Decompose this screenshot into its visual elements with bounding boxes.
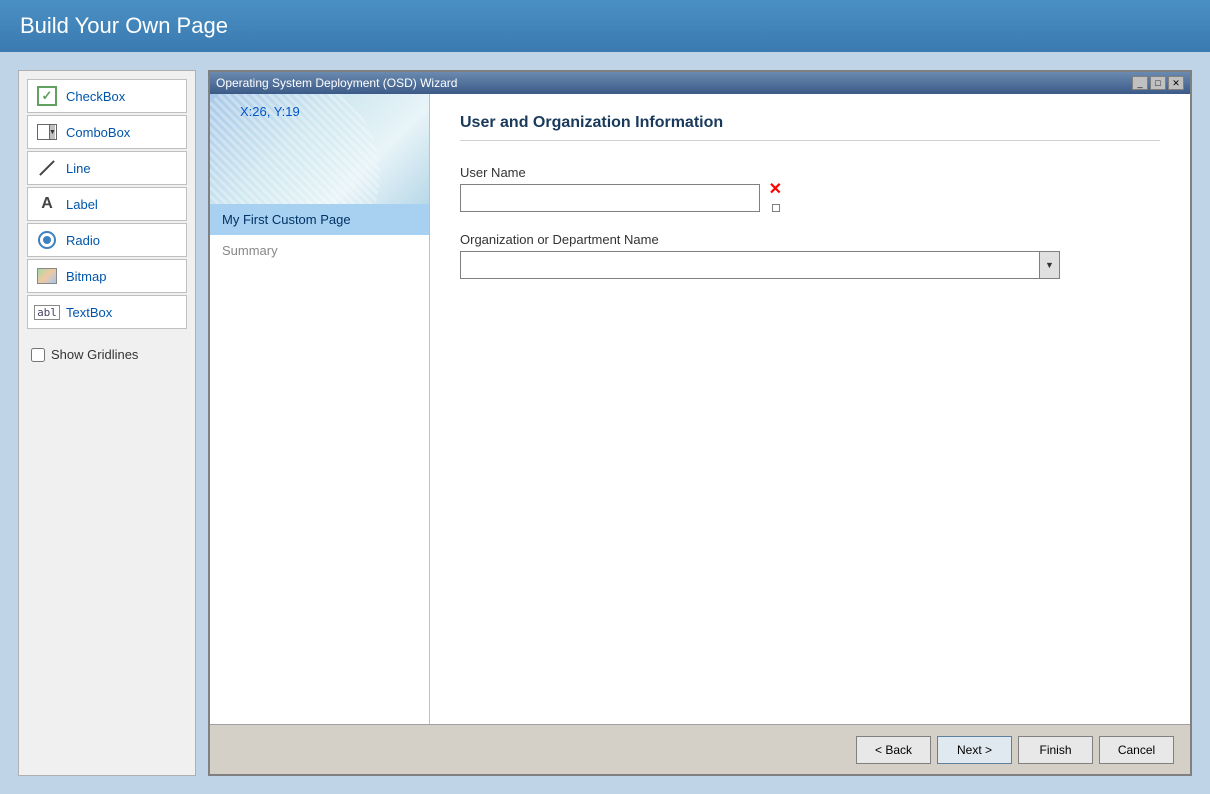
back-button[interactable]: < Back — [856, 736, 931, 764]
tool-bitmap[interactable]: Bitmap — [27, 259, 187, 293]
wizard-nav-item-custom-page[interactable]: My First Custom Page — [210, 204, 429, 235]
tool-line[interactable]: Line — [27, 151, 187, 185]
wizard-section-title: User and Organization Information — [460, 114, 1160, 141]
wizard-title-bar: Operating System Deployment (OSD) Wizard… — [210, 72, 1190, 94]
org-dept-combo: ▼ — [460, 251, 1060, 279]
wizard-nav: X:26, Y:19 My First Custom Page Summary — [210, 94, 430, 724]
user-name-field-wrapper: ✕ — [460, 184, 780, 212]
wizard-title-controls: _ □ ✕ — [1132, 76, 1184, 90]
combobox-icon: ▼ — [36, 121, 58, 143]
tool-combobox-label: ComboBox — [66, 125, 130, 140]
wizard-minimize-button[interactable]: _ — [1132, 76, 1148, 90]
page-title-bar: Build Your Own Page — [0, 0, 1210, 52]
org-dept-label: Organization or Department Name — [460, 232, 1160, 247]
wizard-header-image: X:26, Y:19 — [210, 94, 429, 204]
wizard-nav-items: My First Custom Page Summary — [210, 204, 429, 266]
org-dept-dropdown-button[interactable]: ▼ — [1039, 252, 1059, 278]
show-gridlines-label: Show Gridlines — [51, 347, 138, 362]
wizard-bottom-bar: < Back Next > Finish Cancel — [210, 724, 1190, 774]
wizard-body: X:26, Y:19 My First Custom Page Summary … — [210, 94, 1190, 724]
label-icon: A — [36, 193, 58, 215]
line-icon — [36, 157, 58, 179]
finish-button[interactable]: Finish — [1018, 736, 1093, 764]
page-title: Build Your Own Page — [20, 13, 228, 39]
tool-checkbox-label: CheckBox — [66, 89, 125, 104]
bitmap-icon — [36, 265, 58, 287]
main-content: CheckBox ▼ ComboBox Line A Label — [0, 52, 1210, 794]
wizard-nav-item-custom-page-label: My First Custom Page — [222, 212, 351, 227]
toolbox-panel: CheckBox ▼ ComboBox Line A Label — [18, 70, 196, 776]
tool-radio-label: Radio — [66, 233, 100, 248]
cancel-button[interactable]: Cancel — [1099, 736, 1174, 764]
wizard-nav-item-summary-label: Summary — [222, 243, 278, 258]
resize-indicator: ✕ — [769, 182, 782, 198]
tool-bitmap-label: Bitmap — [66, 269, 106, 284]
org-dept-input[interactable] — [461, 252, 1039, 278]
wizard-nav-item-summary[interactable]: Summary — [210, 235, 429, 266]
checkbox-icon — [36, 85, 58, 107]
textbox-icon: abl — [36, 301, 58, 323]
tool-textbox-label: TextBox — [66, 305, 112, 320]
tool-checkbox[interactable]: CheckBox — [27, 79, 187, 113]
resize-handle[interactable] — [772, 204, 780, 212]
tool-label-label: Label — [66, 197, 98, 212]
tool-label[interactable]: A Label — [27, 187, 187, 221]
wizard-coords: X:26, Y:19 — [240, 104, 300, 119]
show-gridlines-row[interactable]: Show Gridlines — [27, 339, 187, 370]
tool-line-label: Line — [66, 161, 91, 176]
tool-combobox[interactable]: ▼ ComboBox — [27, 115, 187, 149]
user-name-label: User Name — [460, 165, 1160, 180]
wizard-window: Operating System Deployment (OSD) Wizard… — [208, 70, 1192, 776]
next-button[interactable]: Next > — [937, 736, 1012, 764]
tool-textbox[interactable]: abl TextBox — [27, 295, 187, 329]
show-gridlines-checkbox[interactable] — [31, 348, 45, 362]
wizard-title-text: Operating System Deployment (OSD) Wizard — [216, 76, 457, 90]
user-name-input[interactable] — [460, 184, 760, 212]
tool-radio[interactable]: Radio — [27, 223, 187, 257]
wizard-restore-button[interactable]: □ — [1150, 76, 1166, 90]
org-dept-group: Organization or Department Name ▼ — [460, 232, 1160, 279]
user-name-group: User Name ✕ — [460, 165, 1160, 212]
radio-icon — [36, 229, 58, 251]
wizard-content: User and Organization Information User N… — [430, 94, 1190, 724]
wizard-close-button[interactable]: ✕ — [1168, 76, 1184, 90]
